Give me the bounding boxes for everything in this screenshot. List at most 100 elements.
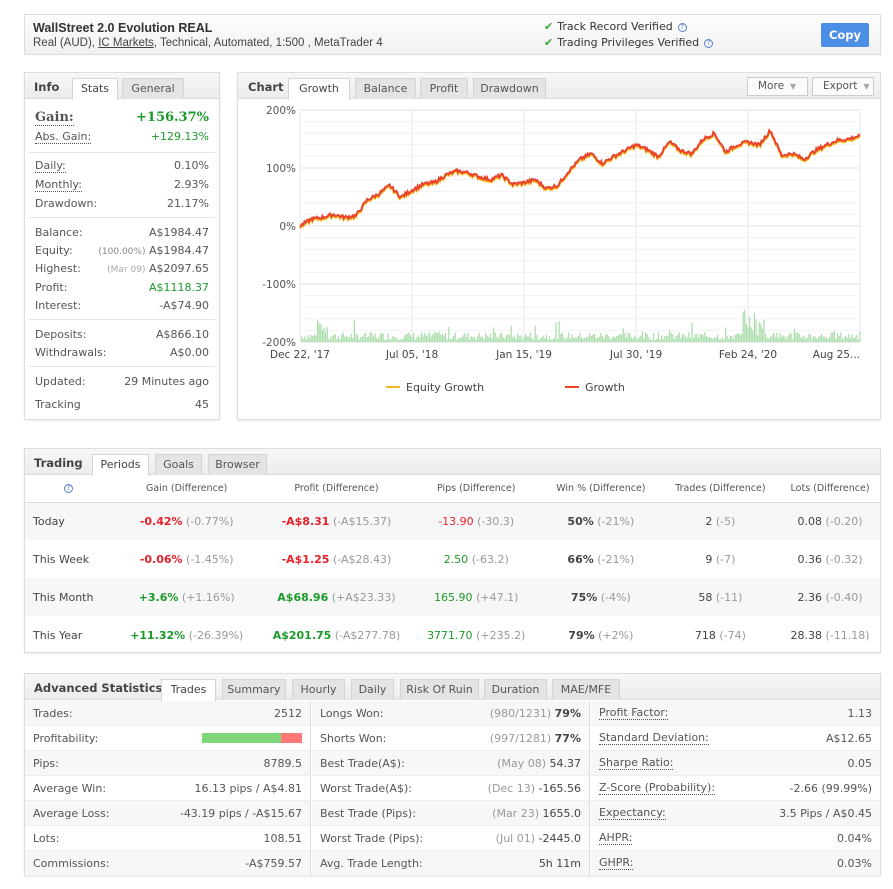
account-type: Real (AUD), bbox=[33, 37, 99, 49]
volume-bar bbox=[494, 332, 496, 342]
profit-value: A$201.75 bbox=[272, 628, 332, 642]
volume-bar bbox=[603, 338, 605, 342]
copy-button[interactable]: Copy bbox=[821, 23, 869, 47]
tab-daily[interactable]: Daily bbox=[351, 679, 394, 700]
volume-bar bbox=[694, 334, 696, 342]
volume-bar bbox=[792, 339, 794, 342]
volume-bar bbox=[361, 336, 363, 342]
withdrawals-value: A$0.00 bbox=[169, 346, 209, 359]
volume-bar bbox=[793, 328, 795, 342]
help-icon[interactable]: ? bbox=[63, 484, 73, 494]
system-title: WallStreet 2.0 Evolution REAL bbox=[33, 21, 213, 35]
volume-bar bbox=[662, 339, 664, 342]
volume-bar bbox=[771, 335, 773, 342]
tab-trades[interactable]: Trades bbox=[161, 679, 216, 701]
volume-bar bbox=[696, 333, 698, 342]
pips-value: -13.90 bbox=[438, 514, 474, 528]
volume-bar bbox=[768, 339, 770, 342]
interest-value: -A$74.90 bbox=[159, 299, 209, 312]
win-diff: (-4%) bbox=[600, 590, 631, 604]
stat-row: Standard Deviation: A$12.65 bbox=[591, 726, 880, 751]
volume-bar bbox=[726, 335, 728, 342]
volume-bar bbox=[621, 334, 623, 342]
stat-label[interactable]: AHPR: bbox=[599, 831, 633, 845]
stat-label[interactable]: Z-Score (Probability): bbox=[599, 781, 716, 795]
daily-label[interactable]: Daily: bbox=[35, 159, 66, 173]
volume-bar bbox=[675, 335, 677, 342]
volume-bar bbox=[473, 337, 475, 342]
cell-trades: 58 (-11) bbox=[660, 578, 781, 616]
tab-stats[interactable]: Stats bbox=[72, 78, 118, 100]
x-tick-label: Dec 22, '17 bbox=[270, 349, 330, 361]
deposits-value: A$866.10 bbox=[155, 328, 209, 341]
stat-label[interactable]: Sharpe Ratio: bbox=[599, 756, 674, 770]
tab-mae-mfe[interactable]: MAE/MFE bbox=[552, 679, 620, 700]
stat-row: Expectancy: 3.5 Pips / A$0.45 bbox=[591, 801, 880, 826]
volume-bar bbox=[758, 322, 760, 342]
profit-value: A$68.96 bbox=[277, 590, 329, 604]
stat-label[interactable]: Profit Factor: bbox=[599, 706, 669, 720]
stat-label[interactable]: GHPR: bbox=[599, 856, 634, 870]
stat-label: Best Trade (Pips): bbox=[320, 806, 416, 820]
stat-value: 8789.5 bbox=[263, 756, 303, 770]
gain-label[interactable]: Gain: bbox=[35, 110, 74, 126]
tab-summary[interactable]: Summary bbox=[222, 679, 286, 700]
volume-bar bbox=[800, 337, 802, 342]
highest-date: (Mar 09) bbox=[107, 265, 146, 275]
volume-bar bbox=[424, 332, 426, 342]
balance-row: Balance: A$1984.47 bbox=[35, 226, 209, 239]
volume-bar bbox=[390, 339, 392, 342]
cell-win: 79% (+2%) bbox=[541, 616, 661, 654]
volume-bar bbox=[403, 336, 405, 342]
volume-bar bbox=[681, 334, 683, 342]
track-record-verified: ✔ Track Record Verified? bbox=[544, 20, 687, 33]
stat-label[interactable]: Expectancy: bbox=[599, 806, 666, 820]
volume-bar bbox=[510, 325, 512, 342]
help-icon[interactable]: ? bbox=[704, 39, 714, 48]
stat-value: 77% bbox=[554, 731, 581, 745]
tab-profit[interactable]: Profit bbox=[420, 78, 468, 99]
profit-value: A$1118.37 bbox=[148, 281, 209, 294]
tab-duration[interactable]: Duration bbox=[484, 679, 547, 700]
volume-bar bbox=[429, 332, 431, 342]
tab-drawdown[interactable]: Drawdown bbox=[473, 78, 546, 99]
stat-label[interactable]: Standard Deviation: bbox=[599, 731, 709, 745]
volume-bar bbox=[688, 332, 690, 342]
abs-gain-label[interactable]: Abs. Gain: bbox=[35, 130, 92, 144]
tab-browser[interactable]: Browser bbox=[208, 454, 267, 475]
highest-row: Highest: (Mar 09) A$2097.65 bbox=[35, 262, 209, 275]
cell-win: 50% (-21%) bbox=[541, 502, 661, 540]
monthly-label[interactable]: Monthly: bbox=[35, 178, 82, 192]
stat-row: Average Loss: -43.19 pips / -A$15.67 bbox=[25, 801, 310, 826]
help-icon[interactable]: ? bbox=[677, 23, 687, 32]
growth-chart[interactable]: 200% 100% 0% -100% -200%Dec 22, '17 Jul 05, '… bbox=[238, 100, 880, 420]
balance-label: Balance: bbox=[35, 226, 83, 239]
volume-bar bbox=[653, 333, 655, 342]
trades-value: 718 bbox=[694, 628, 716, 642]
broker-link[interactable]: IC Markets bbox=[98, 37, 154, 49]
volume-bar bbox=[712, 338, 714, 342]
volume-bar bbox=[353, 320, 355, 342]
volume-bar bbox=[318, 323, 320, 342]
volume-bar bbox=[448, 327, 450, 342]
volume-bar bbox=[744, 309, 746, 342]
table-header: ? Gain (Difference) Profit (Difference) … bbox=[25, 476, 880, 503]
volume-bar bbox=[345, 336, 347, 342]
volume-bar bbox=[733, 339, 735, 342]
tab-general[interactable]: General bbox=[122, 78, 184, 99]
export-dropdown[interactable]: Export ▼ bbox=[812, 77, 874, 96]
tab-hourly[interactable]: Hourly bbox=[292, 679, 345, 700]
volume-bar bbox=[414, 339, 416, 342]
volume-bar bbox=[331, 336, 333, 342]
col-lots: Lots (Difference) bbox=[780, 476, 880, 503]
more-dropdown[interactable]: More ▼ bbox=[747, 77, 808, 96]
tab-goals[interactable]: Goals bbox=[155, 454, 202, 475]
volume-bar bbox=[526, 336, 528, 342]
volume-bar bbox=[809, 334, 811, 342]
tab-periods[interactable]: Periods bbox=[92, 454, 149, 476]
tab-risk-of-ruin[interactable]: Risk Of Ruin bbox=[400, 679, 479, 700]
stat-value: 5h 11m bbox=[538, 856, 581, 870]
tab-balance[interactable]: Balance bbox=[355, 78, 416, 99]
tab-growth[interactable]: Growth bbox=[288, 78, 350, 100]
lots-diff: (-0.32) bbox=[825, 552, 863, 566]
